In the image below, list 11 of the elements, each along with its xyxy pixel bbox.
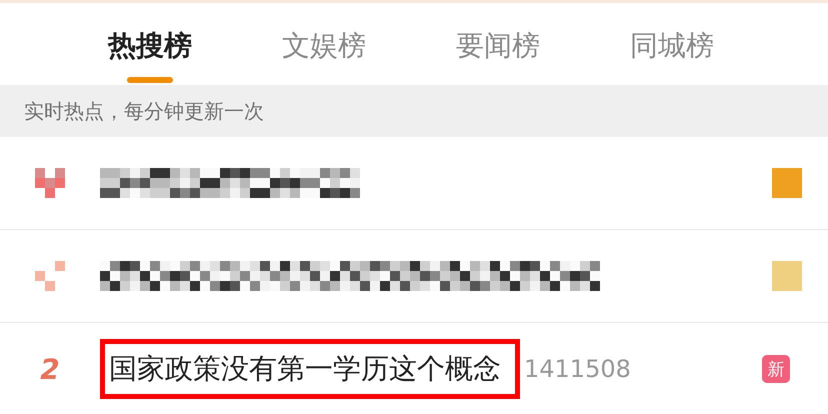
notice-text: 实时热点，每分钟更新一次 bbox=[0, 85, 828, 137]
pixelated-rank-drawing bbox=[35, 168, 65, 198]
pixelated-rank-drawing bbox=[35, 261, 65, 291]
topic-title[interactable]: 国家政策没有第一学历这个概念 bbox=[100, 339, 520, 399]
tab[interactable]: 要闻榜 bbox=[456, 3, 630, 65]
tab[interactable]: 同城榜 bbox=[630, 3, 804, 65]
tab[interactable]: 文娱榜 bbox=[282, 3, 456, 65]
rank-number: 2 bbox=[40, 352, 60, 386]
new-badge: 新 bbox=[762, 355, 790, 383]
heat-count: 1411508 bbox=[524, 355, 631, 383]
tab[interactable]: 热搜榜 bbox=[108, 3, 282, 83]
